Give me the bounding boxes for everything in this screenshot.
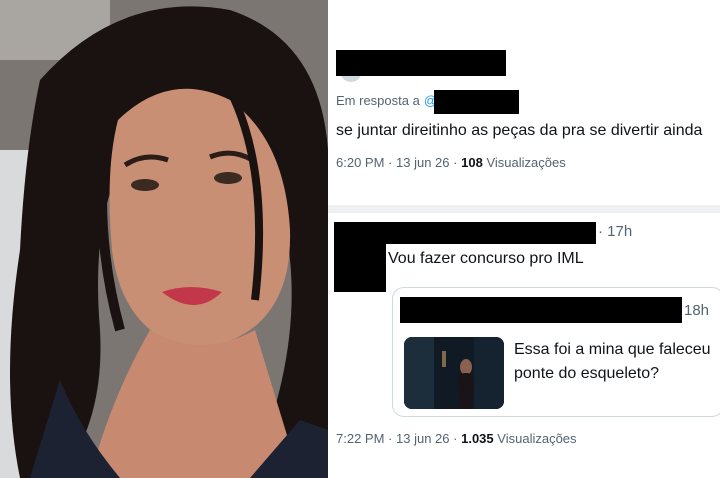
tweet-meta: 6:20 PM · 13 jun 26 · 108 Visualizações (336, 155, 566, 170)
quoted-tweet-text: Essa foi a mina que faleceu ponte do esq… (514, 338, 711, 386)
views-count: 108 (461, 155, 483, 170)
quoted-text-line: ponte do esqueleto? (514, 365, 660, 382)
views-label: Visualizações (486, 155, 566, 170)
thumbnail-image (404, 337, 504, 409)
quoted-thumbnail[interactable] (404, 337, 504, 409)
redacted-username (400, 297, 682, 323)
quoted-time-ago[interactable]: 18h (684, 302, 709, 319)
redacted-avatar (334, 222, 386, 292)
tweet-time-ago[interactable]: 17h (607, 223, 632, 240)
tweet-meta: 7:22 PM · 13 jun 26 · 1.035 Visualizaçõe… (336, 431, 577, 446)
reply-prefix: Em resposta a (336, 93, 420, 108)
meta-separator: · (388, 431, 393, 446)
meta-separator: · (388, 155, 393, 170)
redacted-username (336, 50, 506, 76)
tweet-text: Vou fazer concurso pro IML (388, 250, 584, 267)
redacted-handle (434, 90, 519, 114)
tweet-date[interactable]: 13 jun 26 (396, 155, 450, 170)
tweet-handle-tail: · 17h (598, 223, 632, 240)
tweet-text: se juntar direitinho as peças da pra se … (336, 122, 703, 139)
tweets-panel: Em resposta a @ se juntar direitinho as … (328, 0, 720, 478)
meta-separator: · (453, 431, 458, 446)
views-count: 1.035 (461, 431, 494, 446)
tweet-time[interactable]: 7:22 PM (336, 431, 384, 446)
tweet-date[interactable]: 13 jun 26 (396, 431, 450, 446)
quoted-text-line: Essa foi a mina que faleceu (514, 341, 711, 358)
redacted-username (386, 222, 596, 244)
tweet-divider (328, 205, 720, 213)
reply-to-line: Em resposta a @ (336, 93, 437, 108)
selfie-photo (0, 0, 328, 478)
views-label: Visualizações (497, 431, 577, 446)
tweet-time[interactable]: 6:20 PM (336, 155, 384, 170)
selfie-illustration (0, 0, 328, 478)
meta-separator: · (598, 223, 603, 240)
meta-separator: · (453, 155, 458, 170)
